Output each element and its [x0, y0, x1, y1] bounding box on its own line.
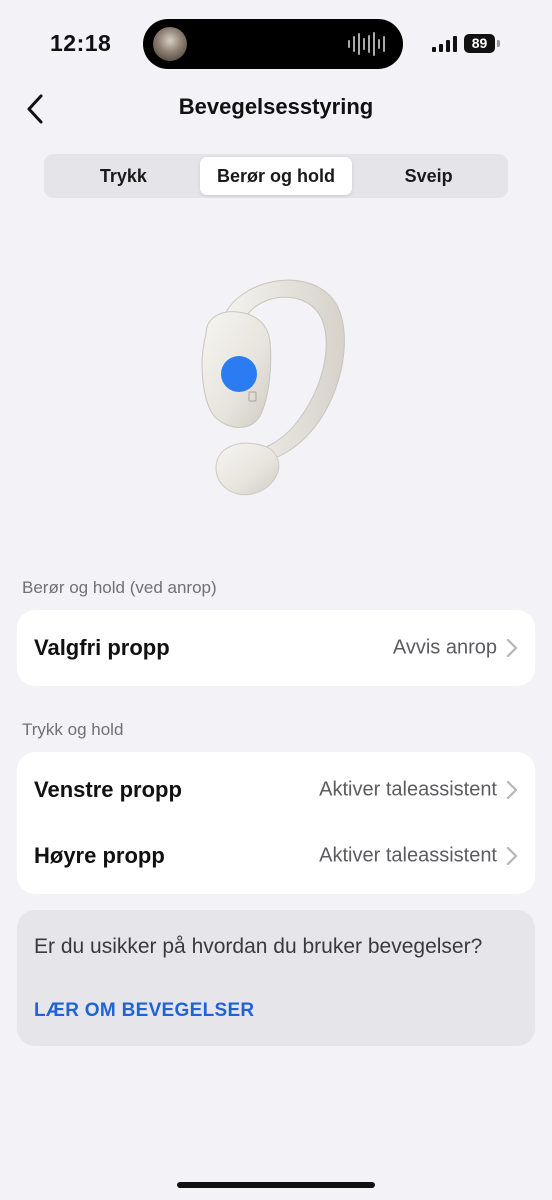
- audio-waveform-icon: [348, 32, 385, 56]
- settings-card-call: Valgfri propp Avvis anrop: [17, 610, 535, 686]
- tab-sveip[interactable]: Sveip: [352, 157, 505, 195]
- home-indicator[interactable]: [177, 1182, 375, 1188]
- settings-card-press-hold: Venstre propp Aktiver taleassistent Høyr…: [17, 752, 535, 894]
- chevron-right-icon: [506, 638, 518, 658]
- row-label: Venstre propp: [34, 777, 182, 802]
- cellular-signal-icon: [432, 36, 457, 52]
- tab-trykk[interactable]: Trykk: [47, 157, 200, 195]
- dynamic-island[interactable]: [143, 19, 403, 69]
- status-time: 12:18: [50, 30, 112, 56]
- row-label: Valgfri propp: [34, 635, 170, 660]
- battery-icon: 89: [464, 34, 495, 53]
- row-value: Avvis anrop: [392, 636, 497, 659]
- learn-gestures-link[interactable]: LÆR OM BEVEGELSER: [34, 1000, 254, 1022]
- help-card: Er du usikker på hvordan du bruker beveg…: [17, 910, 535, 1046]
- earbud-image: [201, 279, 345, 496]
- row-value: Aktiver taleassistent: [319, 844, 497, 867]
- status-bar: 12:18 89: [0, 0, 552, 90]
- page-title: Bevegelsesstyring: [178, 94, 374, 119]
- section-label-touch-hold-call: Berør og hold (ved anrop): [22, 578, 217, 597]
- chevron-right-icon: [506, 780, 518, 800]
- chevron-right-icon: [506, 846, 518, 866]
- row-valgfri-propp[interactable]: Valgfri propp Avvis anrop: [17, 615, 535, 681]
- row-hoyre-propp[interactable]: Høyre propp Aktiver taleassistent: [17, 823, 535, 889]
- now-playing-artwork: [153, 27, 187, 61]
- row-label: Høyre propp: [34, 843, 165, 868]
- row-value: Aktiver taleassistent: [319, 778, 497, 801]
- battery-cap: [497, 40, 500, 47]
- help-text: Er du usikker på hvordan du bruker beveg…: [34, 935, 483, 958]
- tab-beror-og-hold[interactable]: Berør og hold: [199, 157, 353, 195]
- gesture-type-tabs: Trykk Berør og hold Sveip: [44, 154, 508, 198]
- row-venstre-propp[interactable]: Venstre propp Aktiver taleassistent: [17, 757, 535, 823]
- touch-area-indicator: [221, 356, 257, 392]
- section-label-press-hold: Trykk og hold: [22, 720, 124, 739]
